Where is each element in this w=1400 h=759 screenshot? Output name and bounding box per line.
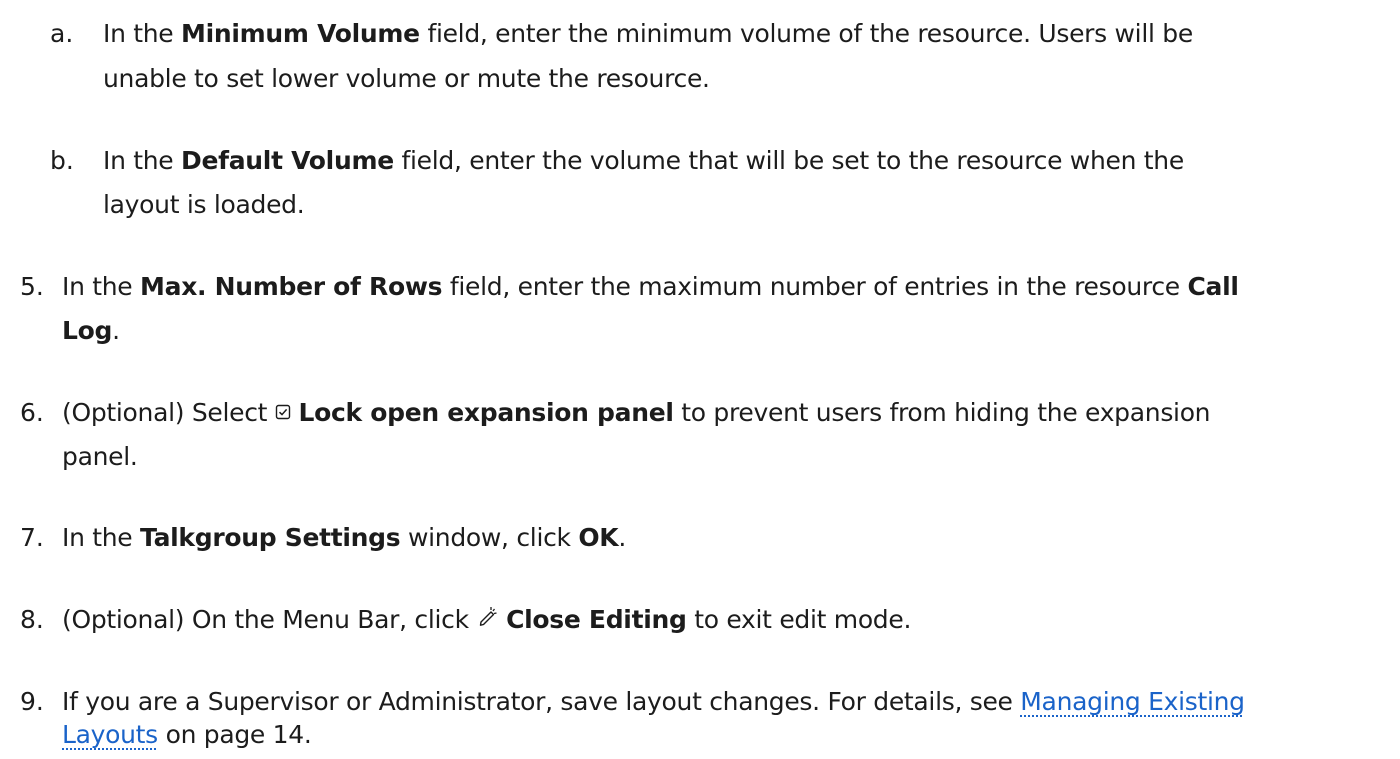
step-a-text-2: field, enter the minimum volume of the r… (419, 19, 1193, 48)
step-6-text-3: panel. (62, 442, 138, 471)
step-7-text-2: window, click (400, 523, 579, 552)
step-5-bold: Max. Number of Rows (140, 272, 443, 301)
step-7-bold: Talkgroup Settings (140, 523, 401, 552)
step-b-bold: Default Volume (181, 146, 394, 175)
step-6-text: (Optional) Select (62, 398, 275, 427)
step-5-line-1: In the Max. Number of Rows field, enter … (62, 270, 1239, 304)
step-9-marker: 9. (20, 687, 44, 716)
step-6-text-2: to prevent users from hiding the expansi… (673, 398, 1211, 427)
step-a-line-2: unable to set lower volume or mute the r… (103, 62, 710, 96)
step-a-bold: Minimum Volume (181, 19, 420, 48)
step-5-marker: 5. (20, 272, 44, 301)
step-7-text: In the (62, 523, 141, 552)
step-8-text-2: to exit edit mode. (686, 605, 912, 634)
step-5-bold-2: Call (1187, 272, 1239, 301)
step-9-text-2: on page 14. (157, 720, 312, 749)
step-5-bold-3: Log (62, 316, 113, 345)
step-6-bold: Lock open expansion panel (298, 398, 674, 427)
step-5-text-3: . (112, 316, 120, 345)
step-8-marker: 8. (20, 605, 44, 634)
step-a-line-1: In the Minimum Volume field, enter the m… (103, 17, 1193, 51)
step-b-text-3: layout is loaded. (103, 190, 305, 219)
step-7-text-3: . (618, 523, 627, 552)
step-5-text-2: field, enter the maximum number of entri… (442, 272, 1188, 301)
step-6-line-2: panel. (62, 440, 138, 474)
step-9-line-2: Layouts on page 14. (62, 718, 312, 752)
step-8-bold: Close Editing (506, 605, 687, 634)
step-9-text: If you are a Supervisor or Administrator… (62, 687, 1021, 716)
step-b-line-1: In the Default Volume field, enter the v… (103, 144, 1184, 178)
step-a-marker: a. (50, 19, 74, 48)
step-6-line-1: (Optional) Select Lock open expansion pa… (62, 395, 1211, 431)
step-b-text: In the (103, 146, 182, 175)
step-7-bold-2: OK (578, 523, 619, 552)
managing-existing-layouts-link-2[interactable]: Layouts (62, 720, 158, 749)
step-a-text: In the (103, 19, 182, 48)
managing-existing-layouts-link[interactable]: Managing Existing (1020, 687, 1245, 716)
step-5-line-2: Log. (62, 314, 120, 348)
close-editing-icon (476, 602, 498, 636)
step-9-line-1: If you are a Supervisor or Administrator… (62, 685, 1245, 719)
step-8-text: (Optional) On the Menu Bar, click (62, 605, 477, 634)
step-b-text-2: field, enter the volume that will be set… (393, 146, 1185, 175)
step-7-marker: 7. (20, 523, 44, 552)
step-8-line-1: (Optional) On the Menu Bar, click Close … (62, 603, 911, 638)
step-7-line-1: In the Talkgroup Settings window, click … (62, 521, 626, 555)
step-a-text-3: unable to set lower volume or mute the r… (103, 64, 710, 93)
step-5-text: In the (62, 272, 141, 301)
step-6-marker: 6. (20, 398, 44, 427)
step-b-marker: b. (50, 146, 74, 175)
checkbox-checked-icon (275, 395, 291, 429)
step-b-line-2: layout is loaded. (103, 188, 305, 222)
